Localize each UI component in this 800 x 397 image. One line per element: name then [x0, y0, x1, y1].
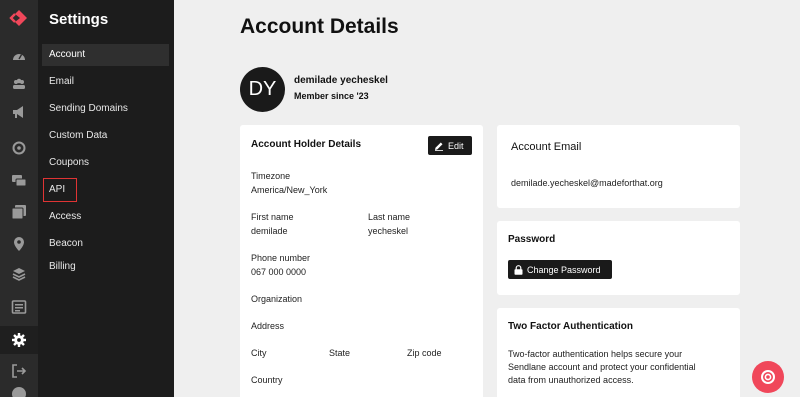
sidebar-item-billing[interactable]: Billing — [42, 256, 169, 278]
sidebar-item-coupons[interactable]: Coupons — [42, 152, 169, 174]
timezone-value: America/New_York — [251, 185, 328, 195]
settings-sidebar: Settings Account Email Sending Domains C… — [38, 0, 174, 397]
timezone-label: Timezone — [251, 171, 291, 181]
change-password-label: Change Password — [527, 264, 601, 275]
member-since: Member since '23 — [294, 91, 369, 101]
integrations-icon[interactable] — [11, 266, 27, 282]
phone-value: 067 000 0000 — [251, 267, 307, 277]
password-heading: Password — [508, 234, 556, 245]
help-chat-button[interactable] — [752, 361, 784, 393]
change-password-button[interactable]: Change Password — [508, 260, 612, 279]
two-factor-description-line-1: Two-factor authentication helps secure y… — [508, 349, 683, 359]
reports-icon[interactable] — [11, 299, 27, 315]
sidebar-item-account[interactable]: Account — [42, 44, 169, 66]
main-content: Account Details DY demilade yecheskel Me… — [174, 0, 800, 397]
account-icon[interactable] — [11, 386, 27, 397]
page-title: Account Details — [240, 15, 399, 38]
settings-icon[interactable] — [11, 332, 27, 348]
location-icon[interactable] — [11, 236, 27, 252]
sidebar-item-email[interactable]: Email — [42, 71, 169, 93]
user-name: demilade yecheskel — [294, 75, 388, 86]
last-name-value: yecheskel — [368, 226, 409, 236]
account-holder-heading: Account Holder Details — [251, 139, 362, 150]
country-label: Country — [251, 375, 283, 385]
avatar: DY — [240, 67, 285, 112]
logout-icon[interactable] — [11, 363, 27, 379]
automations-icon[interactable] — [11, 140, 27, 156]
first-name-value: demilade — [251, 226, 288, 236]
sidebar-title: Settings — [49, 11, 109, 28]
city-label: City — [251, 348, 267, 358]
edit-button-label: Edit — [448, 140, 464, 151]
password-card: Password Change Password — [497, 221, 740, 295]
messages-icon[interactable] — [11, 173, 27, 189]
two-factor-description-line-2: Sendlane account and protect your confid… — [508, 362, 696, 372]
account-email-card: Account Email demilade.yecheskel@madefor… — [497, 125, 740, 208]
pencil-icon — [435, 142, 443, 151]
logo-icon[interactable] — [9, 9, 29, 29]
sidebar-item-access[interactable]: Access — [42, 206, 169, 228]
state-label: State — [329, 348, 351, 358]
two-factor-heading: Two Factor Authentication — [508, 321, 633, 332]
audience-icon[interactable] — [11, 76, 27, 92]
zip-code-label: Zip code — [407, 348, 442, 358]
account-email-value: demilade.yecheskel@madeforthat.org — [511, 178, 663, 188]
two-factor-description-line-3: data from unauthorized access. — [508, 375, 634, 385]
sidebar-item-sending-domains[interactable]: Sending Domains — [42, 98, 169, 120]
icon-rail — [0, 0, 38, 397]
sidebar-item-beacon[interactable]: Beacon — [42, 233, 169, 255]
dashboard-icon[interactable] — [11, 48, 27, 64]
two-factor-card: Two Factor Authentication Two-factor aut… — [497, 308, 740, 397]
sidebar-item-api[interactable]: API — [43, 178, 77, 202]
lifebuoy-icon — [761, 370, 775, 384]
account-holder-card: Account Holder Details Edit Timezone Ame… — [240, 125, 483, 397]
organization-label: Organization — [251, 294, 303, 304]
edit-button[interactable]: Edit — [428, 136, 472, 155]
last-name-label: Last name — [368, 212, 411, 222]
phone-label: Phone number — [251, 253, 311, 263]
sidebar-item-custom-data[interactable]: Custom Data — [42, 125, 169, 147]
lock-icon — [514, 264, 523, 275]
first-name-label: First name — [251, 212, 294, 222]
templates-icon[interactable] — [11, 204, 27, 220]
campaigns-icon[interactable] — [11, 104, 27, 120]
address-label: Address — [251, 321, 285, 331]
account-email-heading: Account Email — [511, 141, 582, 153]
